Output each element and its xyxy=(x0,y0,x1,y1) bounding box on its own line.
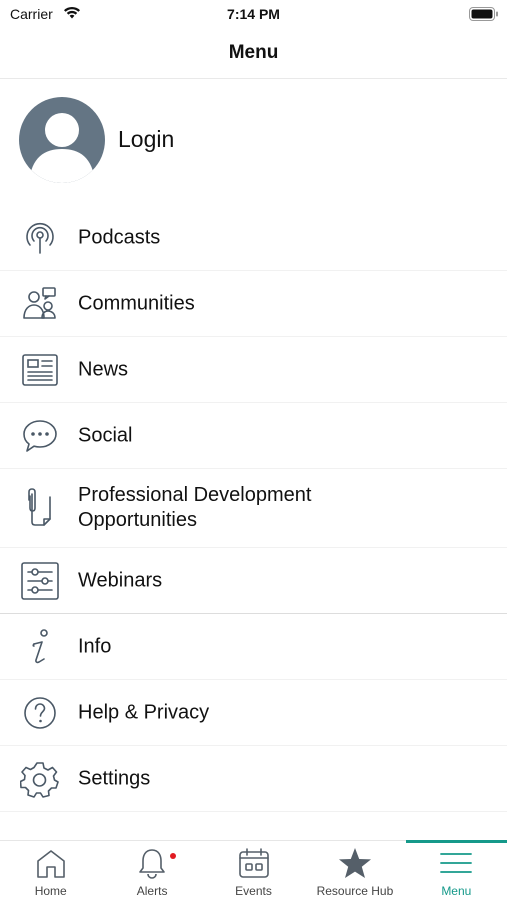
page-title: Menu xyxy=(228,42,279,63)
battery-icon xyxy=(469,7,498,21)
paperclip-document-icon xyxy=(28,488,51,526)
tab-menu[interactable]: Menu xyxy=(405,840,507,901)
menu-item-label: Webinars xyxy=(78,569,163,591)
tab-alerts[interactable]: Alerts xyxy=(101,841,202,901)
menu-item-label: Social xyxy=(78,424,133,446)
menu-list: Podcasts Communities News Social Profess… xyxy=(0,205,507,812)
nav-header: Menu xyxy=(0,32,507,79)
status-bar: Carrier 7:14 PM xyxy=(0,0,507,30)
sliders-icon xyxy=(21,561,59,600)
star-icon xyxy=(338,848,371,878)
tab-label: Menu xyxy=(441,884,472,898)
tab-home[interactable]: Home xyxy=(0,841,101,901)
user-avatar-icon xyxy=(29,113,95,183)
menu-item-communities[interactable]: Communities xyxy=(0,271,507,337)
bell-icon xyxy=(139,849,165,879)
tab-events[interactable]: Events xyxy=(203,841,304,901)
alert-badge xyxy=(170,853,177,859)
menu-item-help-privacy[interactable]: Help & Privacy xyxy=(0,680,507,746)
login-label: Login xyxy=(118,126,175,152)
login-button[interactable]: Login xyxy=(0,80,507,202)
hamburger-icon xyxy=(440,853,473,873)
help-icon xyxy=(24,696,56,729)
tab-bar: Home Alerts Events Resource Hub Menu xyxy=(0,840,507,901)
podcast-icon xyxy=(26,222,54,254)
menu-item-label: Info xyxy=(78,635,112,657)
menu-item-label: Podcasts xyxy=(78,226,161,248)
info-icon xyxy=(32,628,48,663)
menu-item-social[interactable]: Social xyxy=(0,403,507,469)
chat-bubble-icon xyxy=(23,419,57,452)
news-icon xyxy=(22,353,58,386)
menu-item-professional-development[interactable]: Professional Development Opportunities xyxy=(0,469,507,548)
communities-icon xyxy=(23,286,56,319)
tab-label: Home xyxy=(34,884,67,898)
tab-label: Resource Hub xyxy=(316,884,394,898)
tab-label: Alerts xyxy=(136,884,168,898)
avatar xyxy=(19,97,105,183)
menu-item-label: Settings xyxy=(78,767,151,789)
status-time: 7:14 PM xyxy=(227,6,280,22)
menu-item-label: Communities xyxy=(78,292,195,314)
gear-icon xyxy=(20,761,59,798)
menu-item-settings[interactable]: Settings xyxy=(0,746,507,812)
tab-resource-hub[interactable]: Resource Hub xyxy=(304,841,405,901)
menu-item-info[interactable]: Info xyxy=(0,614,507,680)
menu-item-webinars[interactable]: Webinars xyxy=(0,548,507,614)
tab-label: Events xyxy=(235,884,272,898)
menu-item-label: Professional Development Opportunities xyxy=(78,484,312,531)
calendar-icon xyxy=(238,848,269,878)
home-icon xyxy=(36,850,65,878)
menu-item-label: News xyxy=(78,358,129,380)
menu-item-podcasts[interactable]: Podcasts xyxy=(0,205,507,271)
menu-item-label: Help & Privacy xyxy=(78,701,210,723)
menu-item-news[interactable]: News xyxy=(0,337,507,403)
